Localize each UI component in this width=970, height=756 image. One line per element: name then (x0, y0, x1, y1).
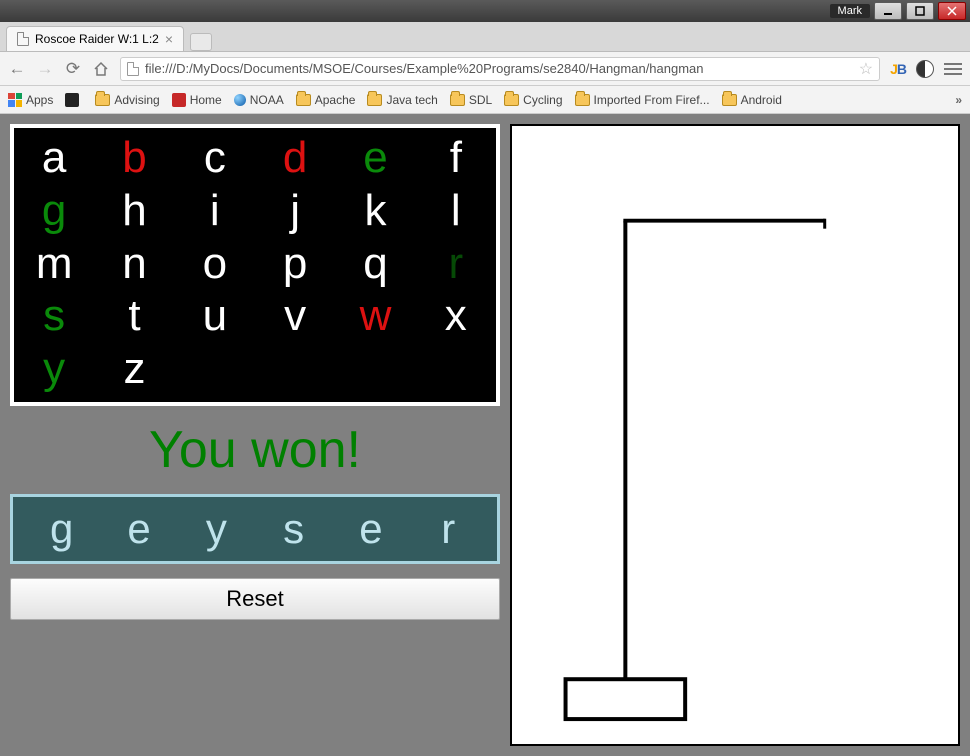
letter-q[interactable]: q (335, 238, 415, 291)
alphabet-grid: abcdef ghijkl mnopqr stuvwx yz (10, 124, 500, 406)
word-letter-1: e (100, 505, 177, 553)
tab-close-button[interactable]: × (165, 31, 173, 47)
bookmarks-overflow-button[interactable]: » (955, 93, 962, 107)
window-titlebar: Mark (0, 0, 970, 22)
bookmark-star-icon[interactable]: ☆ (859, 59, 873, 79)
blue-dot-icon (234, 94, 246, 106)
left-column: abcdefghijklmnopqrstuvwxyz You won! geys… (10, 124, 500, 746)
letter-z[interactable]: z (94, 343, 174, 396)
letter-j[interactable]: j (255, 185, 335, 238)
word-letter-0: g (23, 505, 100, 553)
letter-a[interactable]: a (14, 132, 94, 185)
square-black-icon (65, 93, 79, 107)
bookmark-item[interactable]: Home (172, 93, 222, 107)
folder-icon (95, 94, 110, 106)
letter-o[interactable]: o (175, 238, 255, 291)
window-maximize-button[interactable] (906, 2, 934, 20)
letter-s: s (14, 290, 94, 343)
word-letter-2: y (178, 505, 255, 553)
letter-w: w (335, 290, 415, 343)
letter-l[interactable]: l (416, 185, 496, 238)
folder-icon (450, 94, 465, 106)
letter-e: e (335, 132, 415, 185)
letter-h[interactable]: h (94, 185, 174, 238)
browser-menu-button[interactable] (944, 63, 962, 75)
nav-reload-button[interactable]: ⟳ (64, 60, 82, 78)
letter-empty (335, 343, 415, 396)
apps-icon (8, 93, 22, 107)
letter-b: b (94, 132, 174, 185)
apps-button[interactable]: Apps (8, 93, 53, 107)
letter-g: g (14, 185, 94, 238)
bookmark-item[interactable]: Cycling (504, 93, 562, 107)
word-letter-3: s (255, 505, 332, 553)
browser-tab[interactable]: Roscoe Raider W:1 L:2 × (6, 26, 184, 51)
bookmark-item[interactable]: Apache (296, 93, 356, 107)
address-bar[interactable]: file:///D:/MyDocs/Documents/MSOE/Courses… (120, 57, 880, 81)
letter-u[interactable]: u (175, 290, 255, 343)
window-close-button[interactable] (938, 2, 966, 20)
nav-forward-button: → (36, 60, 54, 78)
red-square-icon (172, 93, 186, 107)
folder-icon (575, 94, 590, 106)
letter-empty (255, 343, 335, 396)
jb-extension-icon[interactable]: JB (890, 61, 906, 77)
letter-t[interactable]: t (94, 290, 174, 343)
bookmark-item[interactable]: NOAA (234, 93, 284, 107)
user-chip: Mark (830, 4, 870, 18)
letter-f[interactable]: f (416, 132, 496, 185)
page-viewport: abcdefghijklmnopqrstuvwxyz You won! geys… (0, 114, 970, 756)
letter-y: y (14, 343, 94, 396)
word-display: geyser (10, 494, 500, 564)
apps-label: Apps (26, 93, 53, 107)
letter-d: d (255, 132, 335, 185)
contrast-extension-icon[interactable] (916, 60, 934, 78)
letter-c[interactable]: c (175, 132, 255, 185)
letter-v[interactable]: v (255, 290, 335, 343)
browser-tab-strip: Roscoe Raider W:1 L:2 × (0, 22, 970, 52)
letter-empty (416, 343, 496, 396)
browser-toolbar: ← → ⟳ file:///D:/MyDocs/Documents/MSOE/C… (0, 52, 970, 86)
tab-title: Roscoe Raider W:1 L:2 (35, 32, 159, 46)
game-status-text: You won! (10, 420, 500, 480)
letter-n[interactable]: n (94, 238, 174, 291)
word-letter-5: r (410, 505, 487, 553)
bookmark-item[interactable]: SDL (450, 93, 492, 107)
bookmark-item[interactable]: Imported From Firef... (575, 93, 710, 107)
bookmarks-bar: Apps Advising Home NOAA Apache Java tech… (0, 86, 970, 114)
nav-home-button[interactable] (92, 60, 110, 78)
bookmark-item[interactable]: Advising (95, 93, 159, 107)
bookmark-item[interactable]: Android (722, 93, 782, 107)
gallows-drawing (512, 126, 958, 744)
file-icon (127, 62, 139, 76)
folder-icon (722, 94, 737, 106)
page-icon (17, 32, 29, 46)
folder-icon (504, 94, 519, 106)
window-minimize-button[interactable] (874, 2, 902, 20)
letter-x[interactable]: x (416, 290, 496, 343)
letter-p[interactable]: p (255, 238, 335, 291)
bookmark-item[interactable]: Java tech (367, 93, 437, 107)
letter-k[interactable]: k (335, 185, 415, 238)
address-text: file:///D:/MyDocs/Documents/MSOE/Courses… (145, 61, 853, 76)
folder-icon (296, 94, 311, 106)
letter-r: r (416, 238, 496, 291)
letter-m[interactable]: m (14, 238, 94, 291)
letter-empty (175, 343, 255, 396)
reset-button[interactable]: Reset (10, 578, 500, 620)
word-letter-4: e (332, 505, 409, 553)
gallows-canvas (510, 124, 960, 746)
new-tab-button[interactable] (190, 33, 212, 51)
nav-back-button[interactable]: ← (8, 60, 26, 78)
bookmark-item[interactable] (65, 93, 83, 107)
folder-icon (367, 94, 382, 106)
letter-i[interactable]: i (175, 185, 255, 238)
